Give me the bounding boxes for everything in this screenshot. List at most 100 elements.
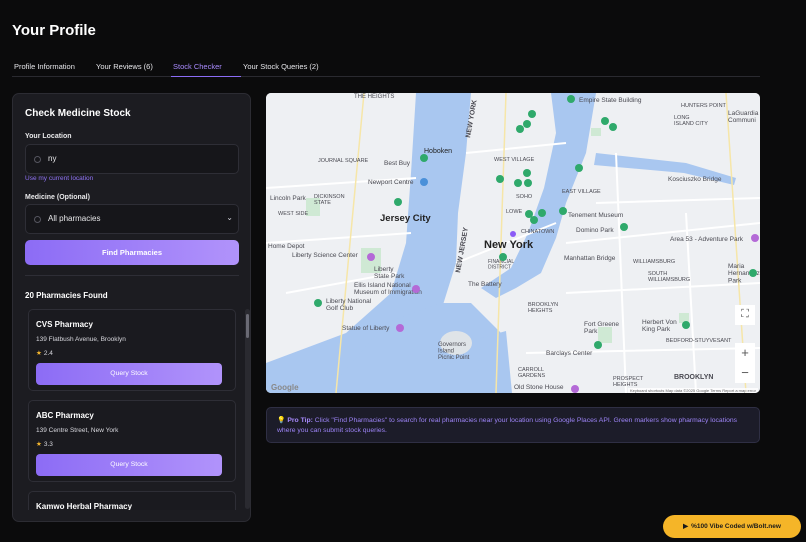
tab-stock-queries[interactable]: Your Stock Queries (2) [241,60,341,77]
pharmacy-marker[interactable] [523,169,531,177]
pharmacy-card: Kamwo Herbal Pharmacy [28,491,236,510]
pharmacy-marker[interactable] [749,269,757,277]
badge-label: %100 Vibe Coded w/Bolt.new [691,523,781,530]
map-label: Barclays Center [546,350,593,357]
pharmacy-marker[interactable] [538,209,546,217]
map-canvas: THE HEIGHTS Hoboken JOURNAL SQUARE Best … [266,93,760,393]
location-field[interactable] [25,144,239,174]
stock-checker-panel: Check Medicine Stock Your Location Use m… [12,93,251,522]
divider [25,275,239,276]
star-icon: ★ [36,350,42,357]
map-label: Newport Centre [368,179,414,186]
pharmacy-marker[interactable] [420,154,428,162]
zoom-in-button[interactable]: + [735,343,755,363]
pharmacy-rating: ★ 3.3 [36,440,53,448]
pharmacy-marker[interactable] [682,321,690,329]
map-label: Domino Park [576,227,614,234]
pharmacy-marker[interactable] [530,216,538,224]
pharmacy-marker[interactable] [559,207,567,215]
find-pharmacies-button[interactable]: Find Pharmacies [25,240,239,265]
pharmacy-marker[interactable] [575,164,583,172]
location-input[interactable] [48,154,218,163]
user-location-marker [510,231,516,237]
poi-marker[interactable] [751,234,759,242]
pharmacy-marker[interactable] [528,110,536,118]
star-icon: ★ [36,441,42,448]
pharmacy-marker[interactable] [601,117,609,125]
tab-your-reviews[interactable]: Your Reviews (6) [94,60,171,77]
map-label: Kosciuszko Bridge [668,176,722,183]
medicine-label: Medicine (Optional) [25,194,90,201]
pharmacy-map[interactable]: THE HEIGHTS Hoboken JOURNAL SQUARE Best … [266,93,760,393]
location-label: Your Location [25,133,72,140]
query-stock-button[interactable]: Query Stock [36,363,222,385]
pharmacy-marker[interactable] [496,175,504,183]
map-label: HUNTERS POINT [681,103,727,109]
map-label: Manhattan Bridge [564,255,616,262]
map-label: Lincoln Park [270,195,307,202]
bolt-icon: ▶ [683,523,689,530]
poi-marker[interactable] [571,385,579,393]
map-label: Tenement Museum [568,212,623,219]
map-label: LaGuardia Communi [728,110,759,124]
tab-profile-information[interactable]: Profile Information [12,60,94,77]
query-stock-button[interactable]: Query Stock [36,454,222,476]
map-label: BEDFORD-STUYVESANT [666,338,732,344]
location-pin-icon [34,156,41,163]
list-scrollbar[interactable] [245,309,250,509]
map-label: THE HEIGHTS [354,94,394,100]
map-label: New York [484,239,534,251]
map-label: CARROLL GARDENS [518,367,546,379]
pharmacy-card: ABC Pharmacy 139 Centre Street, New York… [28,400,236,482]
map-label: Home Depot [268,243,305,250]
rating-value: 3.3 [43,441,53,448]
pharmacy-rating: ★ 2.4 [36,349,53,357]
pharmacy-list[interactable]: CVS Pharmacy 139 Flatbush Avenue, Brookl… [25,307,245,510]
pharmacy-marker[interactable] [394,198,402,206]
map-label: Area 53 - Adventure Park [670,236,744,243]
scrollbar-thumb[interactable] [246,314,249,338]
pro-tip-label: 💡 Pro Tip: [277,417,313,424]
zoom-out-button[interactable]: − [735,363,755,383]
map-label: FINANCIAL DISTRICT [488,259,514,271]
map-label: WEST VILLAGE [494,157,535,163]
pharmacy-marker[interactable] [567,95,575,103]
pharmacy-name: CVS Pharmacy [36,320,93,329]
medicine-select-value: All pharmacies [48,214,101,223]
rating-value: 2.4 [43,350,53,357]
pharmacy-name: Kamwo Herbal Pharmacy [36,502,133,510]
pharmacy-name: ABC Pharmacy [36,411,94,420]
map-label: Jersey City [380,213,431,224]
map-label: Old Stone House [514,384,564,391]
pro-tip: 💡 Pro Tip: Click "Find Pharmacies" to se… [266,407,760,443]
tab-stock-checker[interactable]: Stock Checker [171,60,241,77]
results-heading: 20 Pharmacies Found [25,291,108,300]
pharmacy-marker[interactable] [594,341,602,349]
pharmacy-marker[interactable] [523,120,531,128]
map-label: SOHO [516,194,533,200]
map-label: WILLIAMSBURG [633,259,675,265]
use-current-location-link[interactable]: Use my current location [25,175,93,182]
transit-marker[interactable] [420,178,428,186]
poi-marker[interactable] [412,285,420,293]
map-attribution[interactable]: Keyboard shortcuts Map data ©2025 Google… [627,388,758,393]
profile-tabs: Profile Information Your Reviews (6) Sto… [12,60,760,77]
pill-icon [34,216,41,223]
map-label: BROOKLYN [674,374,713,381]
pharmacy-marker[interactable] [524,179,532,187]
pharmacy-marker[interactable] [609,123,617,131]
pharmacy-marker[interactable] [514,179,522,187]
pharmacy-marker[interactable] [314,299,322,307]
bolt-badge[interactable]: ▶ %100 Vibe Coded w/Bolt.new [663,515,801,538]
medicine-select[interactable]: All pharmacies ⌄ [25,204,239,234]
page-title: Your Profile [12,22,96,39]
map-label: The Battery [468,281,502,288]
pharmacy-marker[interactable] [499,253,507,261]
poi-marker[interactable] [396,324,404,332]
pharmacy-marker[interactable] [516,125,524,133]
map-label: Empire State Building [579,97,642,104]
pharmacy-marker[interactable] [620,223,628,231]
map-fullscreen-button[interactable]: ⛶ [735,305,755,325]
poi-marker[interactable] [367,253,375,261]
map-label: Statue of Liberty [342,325,390,332]
